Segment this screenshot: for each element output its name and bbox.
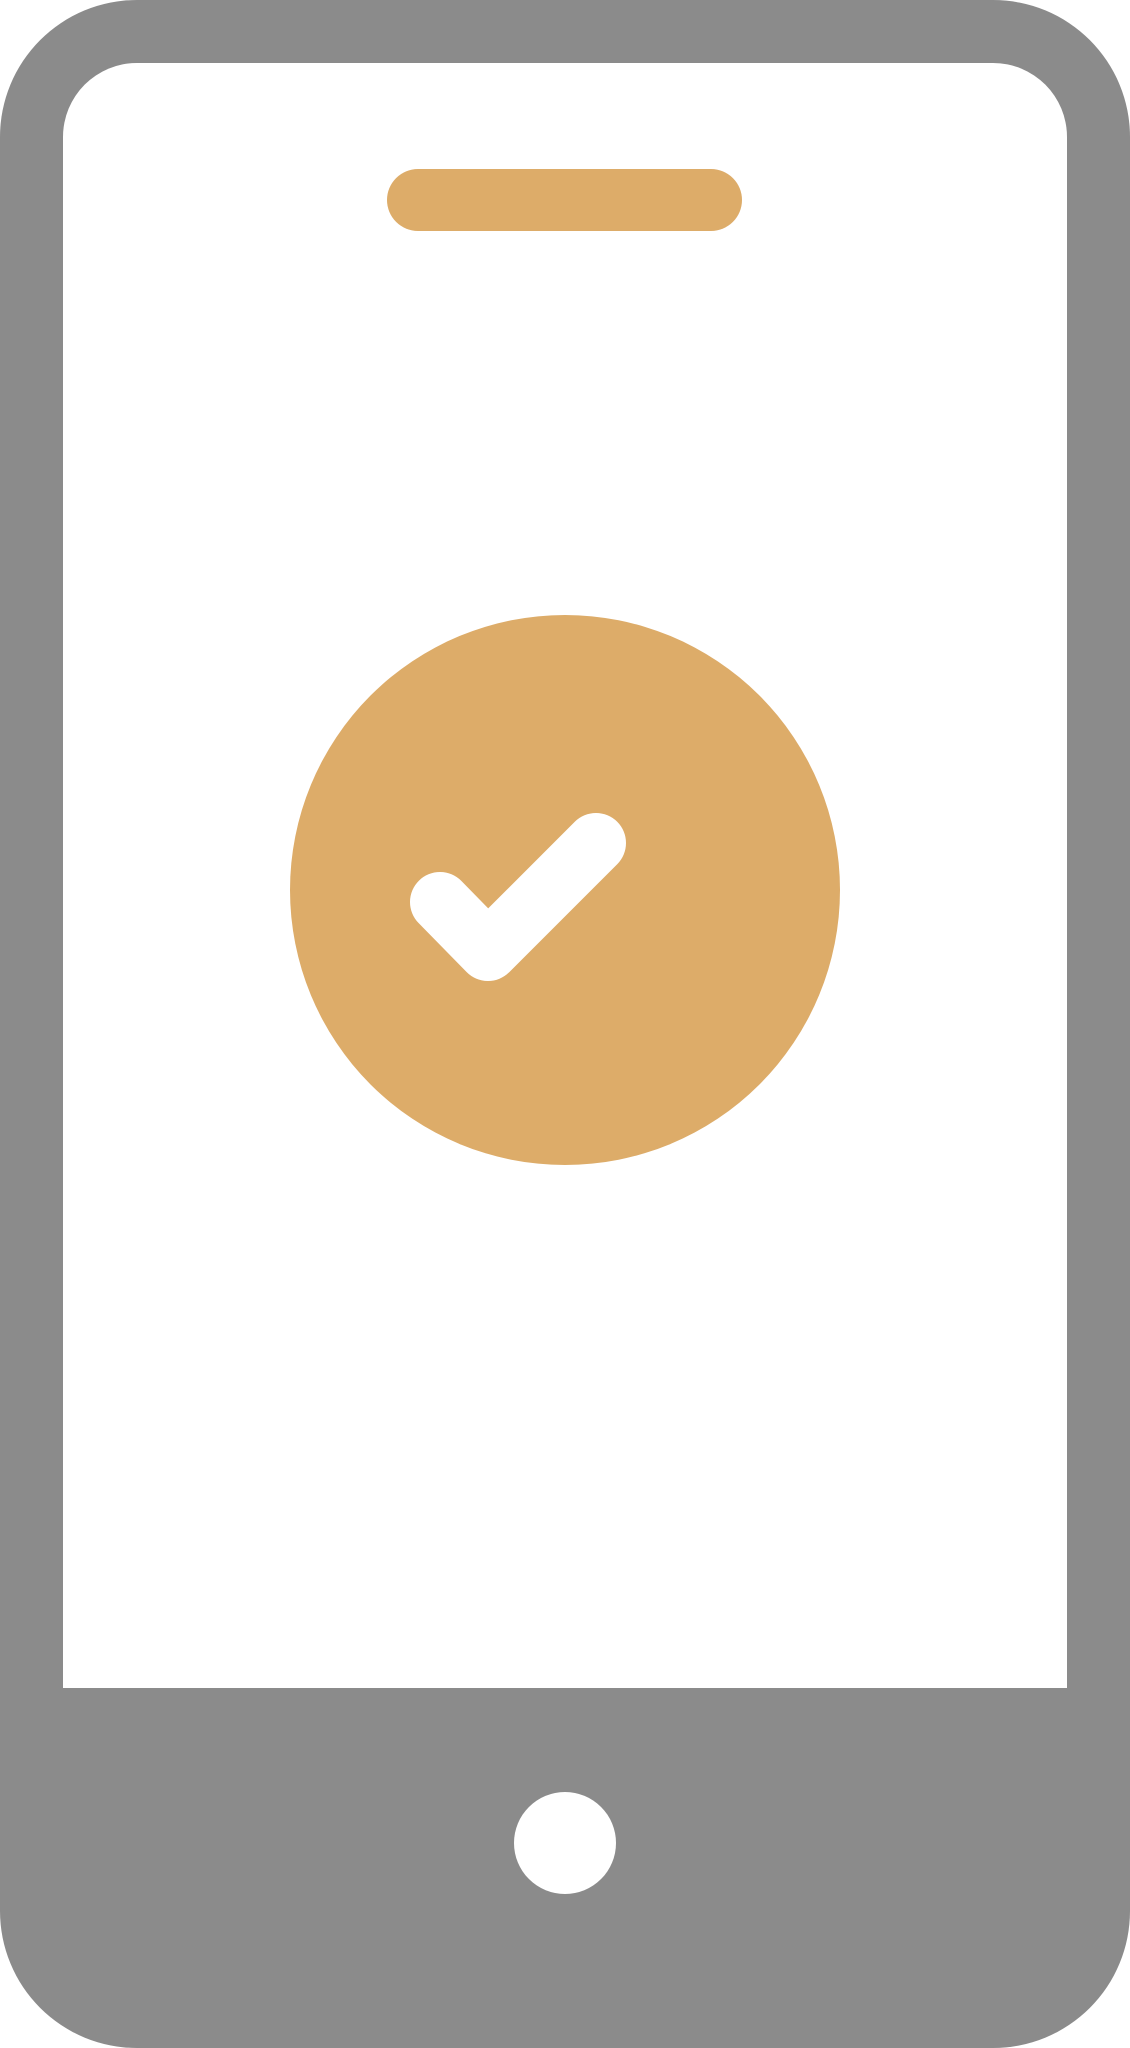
smartphone-check-icon <box>0 0 1130 2048</box>
home-button[interactable] <box>514 1792 616 1894</box>
